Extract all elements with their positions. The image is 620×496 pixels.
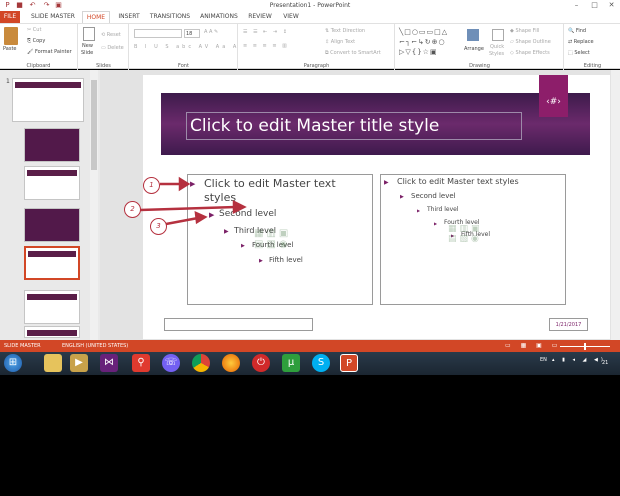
annotation-arrowhead-2 [232, 199, 247, 215]
visual-studio-icon[interactable]: ⋈ [100, 354, 118, 372]
language-indicator[interactable]: EN [540, 357, 547, 363]
start-button-icon[interactable]: ⊞ [4, 354, 22, 372]
annotation-marker-2: 2 [124, 201, 141, 218]
annotation-arrowhead-3 [194, 210, 208, 225]
chrome-icon[interactable] [192, 354, 210, 372]
viber-icon[interactable]: ☏ [162, 354, 180, 372]
app-icon[interactable]: ⚲ [132, 354, 150, 372]
tray-icons[interactable]: ▴ ▮ ◂ ◢ ◀) [552, 357, 606, 363]
utorrent-icon[interactable]: µ [282, 354, 300, 372]
canvas-scrollbar[interactable] [611, 70, 620, 340]
taskbar [0, 352, 620, 375]
view-buttons[interactable]: ▭ ▦ ▣ ▭ [505, 342, 561, 349]
annotation-arrows [139, 176, 247, 226]
zoom-slider-thumb[interactable] [584, 343, 586, 350]
status-bar: SLIDE MASTER ENGLISH (UNITED STATES) ▭ ▦… [0, 340, 620, 352]
annotation-arrow-3 [165, 216, 199, 226]
annotation-marker-1: 1 [143, 177, 160, 194]
language-status[interactable]: ENGLISH (UNITED STATES) [62, 343, 128, 349]
skype-icon[interactable]: S [312, 354, 330, 372]
view-status: SLIDE MASTER [4, 343, 41, 349]
firefox-icon[interactable] [222, 354, 240, 372]
power-app-icon[interactable]: ⏻ [252, 354, 270, 372]
annotation-marker-3: 3 [150, 218, 167, 235]
powerpoint-taskbar-icon[interactable]: P [340, 354, 358, 372]
annotation-arrowhead-1 [178, 176, 191, 192]
media-player-icon[interactable]: ▶ [70, 354, 88, 372]
annotation-arrow-2 [139, 205, 237, 212]
system-clock[interactable]: 21 [602, 352, 620, 375]
file-explorer-icon[interactable] [44, 354, 62, 372]
